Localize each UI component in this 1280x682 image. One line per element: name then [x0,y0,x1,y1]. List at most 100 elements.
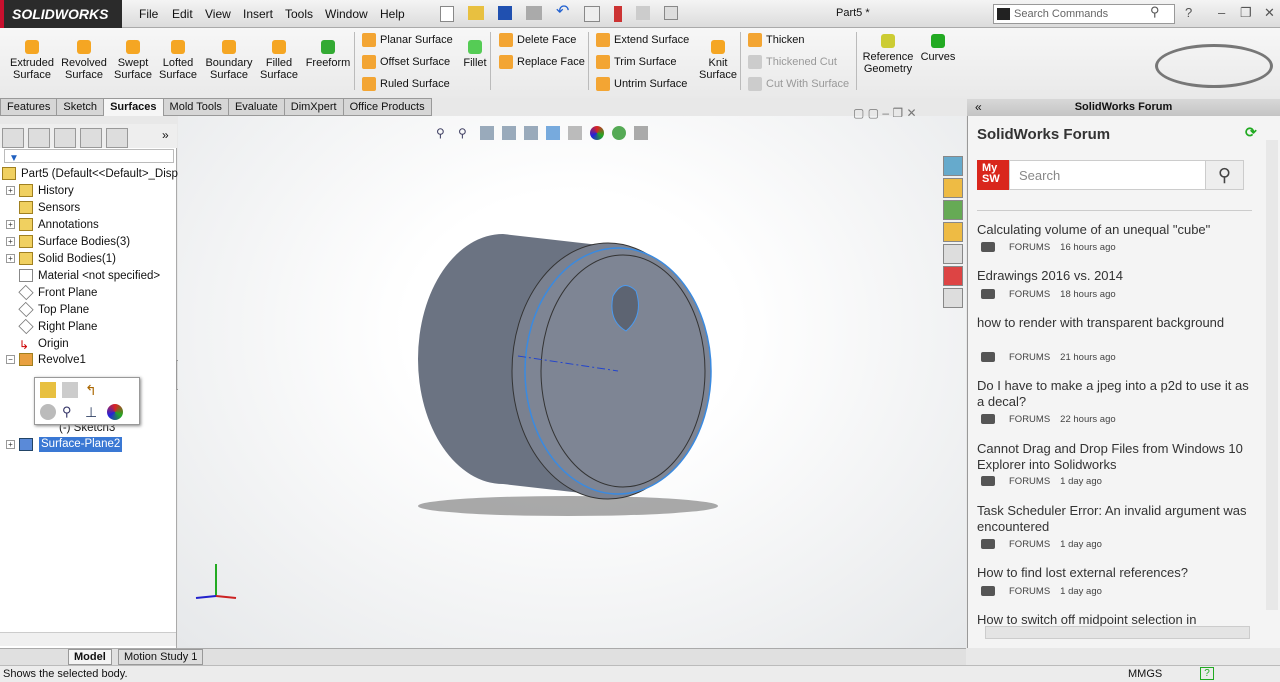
offset-surface-button[interactable]: Offset Surface [360,55,450,69]
tab-sketch[interactable]: Sketch [56,98,105,116]
extend-surface-button[interactable]: Extend Surface [594,33,689,47]
restore-icon[interactable]: ❐ [1240,5,1252,21]
appearances-tab-icon[interactable] [943,266,963,286]
freeform-button[interactable]: Freeform [304,40,352,69]
menu-view[interactable]: View [205,7,231,21]
parent-child-icon[interactable]: ↰ [85,382,101,398]
help-icon[interactable]: ? [1200,667,1214,680]
print-icon[interactable] [526,6,542,20]
search-icon[interactable]: ⚲ [1150,4,1160,20]
ruled-surface-button[interactable]: Ruled Surface [360,77,450,91]
tree-item-annotations[interactable]: + Annotations [6,217,99,234]
curves-button[interactable]: Curves [918,34,958,63]
custom-properties-tab-icon[interactable] [943,288,963,308]
minimize-icon[interactable]: – [1218,5,1225,20]
forum-search-button[interactable]: ⚲ [1205,160,1244,190]
tab-model[interactable]: Model [68,649,112,665]
close-icon[interactable]: ✕ [1264,5,1275,21]
hide-show-items-icon[interactable] [568,126,582,140]
tree-item-material[interactable]: Material <not specified> [19,268,160,285]
dimxpert-manager-tab-icon[interactable] [80,128,102,148]
forum-vertical-scrollbar[interactable] [1266,140,1278,610]
reference-geometry-button[interactable]: Reference Geometry [861,34,915,75]
tree-item-surface-bodies[interactable]: + Surface Bodies(3) [6,234,130,251]
tree-horizontal-scrollbar[interactable] [0,632,176,646]
tree-filter-input[interactable]: ▼ [4,149,174,164]
cut-with-surface-button[interactable]: Cut With Surface [746,77,849,91]
display-style-icon[interactable] [546,126,560,140]
property-manager-tab-icon[interactable] [28,128,50,148]
view-settings-icon[interactable] [634,126,648,140]
untrim-surface-button[interactable]: Untrim Surface [594,77,687,91]
revolved-surface-button[interactable]: Revolved Surface [60,40,108,81]
menu-file[interactable]: File [139,7,158,21]
tab-office-products[interactable]: Office Products [342,98,432,116]
tree-item-history[interactable]: + History [6,183,74,200]
previous-view-icon[interactable] [480,126,494,140]
menu-tools[interactable]: Tools [285,7,313,21]
hide-icon[interactable] [40,404,56,420]
normal-to-icon[interactable]: ⊥ [85,404,101,420]
edit-feature-icon[interactable] [40,382,56,398]
swept-surface-button[interactable]: Swept Surface [111,40,155,81]
tab-dimxpert[interactable]: DimXpert [283,98,344,116]
forum-horizontal-scrollbar[interactable] [985,626,1250,639]
lofted-surface-button[interactable]: Lofted Surface [156,40,200,81]
rollback-icon[interactable] [62,382,78,398]
new-icon[interactable] [440,6,454,22]
boundary-surface-button[interactable]: Boundary Surface [203,40,255,81]
appearance-icon[interactable] [107,404,123,420]
forum-post-link[interactable]: Task Scheduler Error: An invalid argumen… [977,503,1252,535]
planar-surface-button[interactable]: Planar Surface [360,33,453,47]
collapse-chevron-icon[interactable]: « [975,100,982,114]
tree-item-right-plane[interactable]: Right Plane [18,319,97,336]
forum-post-link[interactable]: How to switch off midpoint selection in [977,612,1252,626]
menu-window[interactable]: Window [325,7,368,21]
zoom-to-area-icon[interactable]: ⚲ [458,126,472,140]
view-palette-tab-icon[interactable] [943,244,963,264]
view-orientation-icon[interactable] [524,126,538,140]
forum-post-link[interactable]: Calculating volume of an unequal "cube" [977,222,1252,238]
forum-post-link[interactable]: how to render with transparent backgroun… [977,315,1252,331]
apply-scene-icon[interactable] [612,126,626,140]
extruded-surface-button[interactable]: Extruded Surface [8,40,56,81]
select-icon[interactable] [584,6,600,22]
fillet-button[interactable]: Fillet [460,40,490,69]
menu-help[interactable]: Help [380,7,405,21]
section-view-icon[interactable] [502,126,516,140]
solidworks-logo[interactable]: SOLIDWORKS [0,0,122,28]
options-icon[interactable] [664,6,678,20]
forum-tab-icon[interactable] [943,156,963,176]
refresh-icon[interactable]: ⟳ [1245,124,1257,141]
thickened-cut-button[interactable]: Thickened Cut [746,55,837,69]
forum-post-link[interactable]: Edrawings 2016 vs. 2014 [977,268,1252,284]
replace-face-button[interactable]: Replace Face [497,55,585,69]
file-explorer-tab-icon[interactable] [943,222,963,242]
viewport-window-controls[interactable]: ▢ ▢ – ❐ ✕ [853,106,917,120]
rebuild-icon[interactable] [614,6,622,22]
tree-item-front-plane[interactable]: Front Plane [18,285,97,302]
expand-chevron-icon[interactable]: » [162,128,169,142]
knit-surface-button[interactable]: Knit Surface [698,40,738,81]
file-properties-icon[interactable] [636,6,650,20]
edit-appearance-icon[interactable] [590,126,604,140]
tree-root-part[interactable]: Part5 (Default<<Default>_Disp [2,166,178,183]
units-selector[interactable]: MMGS [1128,666,1162,682]
graphics-viewport[interactable]: ⚲ ⚲ ▢ ▢ – ❐ ✕ [178,106,966,648]
tree-item-origin[interactable]: ↳ Origin [19,336,69,353]
save-icon[interactable] [498,6,512,20]
trim-surface-button[interactable]: Trim Surface [594,55,677,69]
menu-edit[interactable]: Edit [172,7,193,21]
feature-manager-tab-icon[interactable] [2,128,24,148]
tree-item-top-plane[interactable]: Top Plane [18,302,89,319]
forum-search-input[interactable]: Search [1009,160,1206,190]
undo-icon[interactable]: ↶ [556,4,570,20]
menu-insert[interactable]: Insert [243,7,273,21]
display-manager-tab-icon[interactable] [106,128,128,148]
tree-item-surface-plane2[interactable]: + [6,437,38,454]
forum-post-link[interactable]: How to find lost external references? [977,565,1252,581]
tree-item-sensors[interactable]: Sensors [19,200,80,217]
cylinder-model[interactable] [398,226,728,526]
search-commands-input[interactable]: Search Commands [993,4,1175,24]
tab-features[interactable]: Features [0,98,58,116]
